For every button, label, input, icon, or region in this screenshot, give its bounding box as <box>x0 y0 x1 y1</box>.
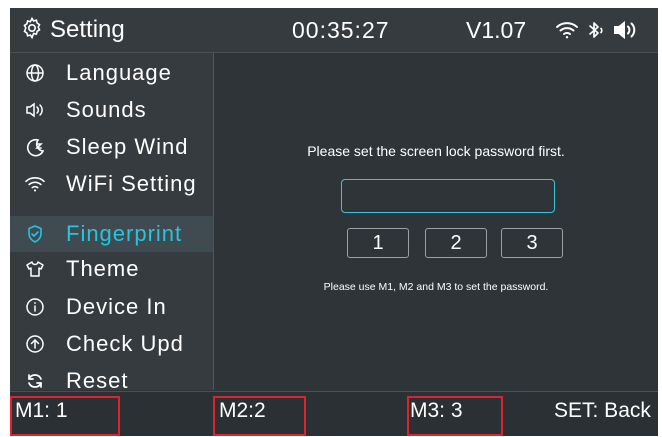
set-back-key-label[interactable]: SET: Back <box>554 399 651 423</box>
password-hint-text: Please use M1, M2 and M3 to set the pass… <box>323 281 549 293</box>
sidebar-item-language[interactable]: Language <box>10 55 213 91</box>
highlight-box-m2 <box>213 396 306 436</box>
key-m3-button[interactable]: 3 <box>501 228 563 258</box>
highlight-box-m3 <box>407 396 503 436</box>
shield-icon <box>24 223 46 245</box>
device-screen: Setting 00:35:27 V1.07 Language Sounds S… <box>10 8 658 436</box>
sidebar-item-label: Sounds <box>66 97 147 122</box>
password-input[interactable] <box>341 179 555 213</box>
sidebar-item-fingerprint[interactable]: Fingerprint <box>10 216 213 252</box>
key-m2-button[interactable]: 2 <box>425 228 487 258</box>
title-area: Setting <box>20 14 125 46</box>
sidebar-item-label: Fingerprint <box>66 221 183 246</box>
sidebar-item-label: WiFi Setting <box>66 171 197 196</box>
sidebar-item-device-info[interactable]: Device In <box>10 289 213 325</box>
volume-icon <box>613 20 639 40</box>
moon-icon <box>24 136 46 158</box>
info-icon <box>24 296 46 318</box>
gear-icon <box>20 16 50 44</box>
wifi-icon <box>555 20 579 40</box>
refresh-icon <box>24 370 46 392</box>
version-label: V1.07 <box>466 17 527 43</box>
globe-icon <box>24 62 46 84</box>
fingerprint-panel: Please set the screen lock password firs… <box>214 53 658 390</box>
shirt-icon <box>24 258 46 280</box>
upload-icon <box>24 333 46 355</box>
sidebar-item-label: Language <box>66 60 172 85</box>
bluetooth-icon <box>587 20 605 40</box>
sidebar-item-sounds[interactable]: Sounds <box>10 92 213 128</box>
sidebar-item-theme[interactable]: Theme <box>10 251 213 287</box>
clock: 00:35:27 <box>292 17 390 43</box>
settings-sidebar: Language Sounds Sleep Wind WiFi Setting … <box>10 53 214 393</box>
sidebar-item-label: Device In <box>66 294 167 319</box>
sidebar-item-check-update[interactable]: Check Upd <box>10 326 213 362</box>
key-m1-button[interactable]: 1 <box>347 228 409 258</box>
sidebar-item-label: Check Upd <box>66 331 184 356</box>
sidebar-item-label: Sleep Wind <box>66 134 189 159</box>
highlight-box-m1 <box>10 396 120 436</box>
sidebar-item-sleep[interactable]: Sleep Wind <box>10 129 213 165</box>
page-title: Setting <box>50 16 125 43</box>
sidebar-item-wifi[interactable]: WiFi Setting <box>10 166 213 202</box>
wifi-icon <box>24 173 46 195</box>
lock-prompt-text: Please set the screen lock password firs… <box>307 143 565 159</box>
sidebar-item-label: Theme <box>66 256 140 281</box>
status-bar: Setting 00:35:27 V1.07 <box>10 8 658 53</box>
speaker-icon <box>24 99 46 121</box>
status-icons <box>555 20 639 40</box>
